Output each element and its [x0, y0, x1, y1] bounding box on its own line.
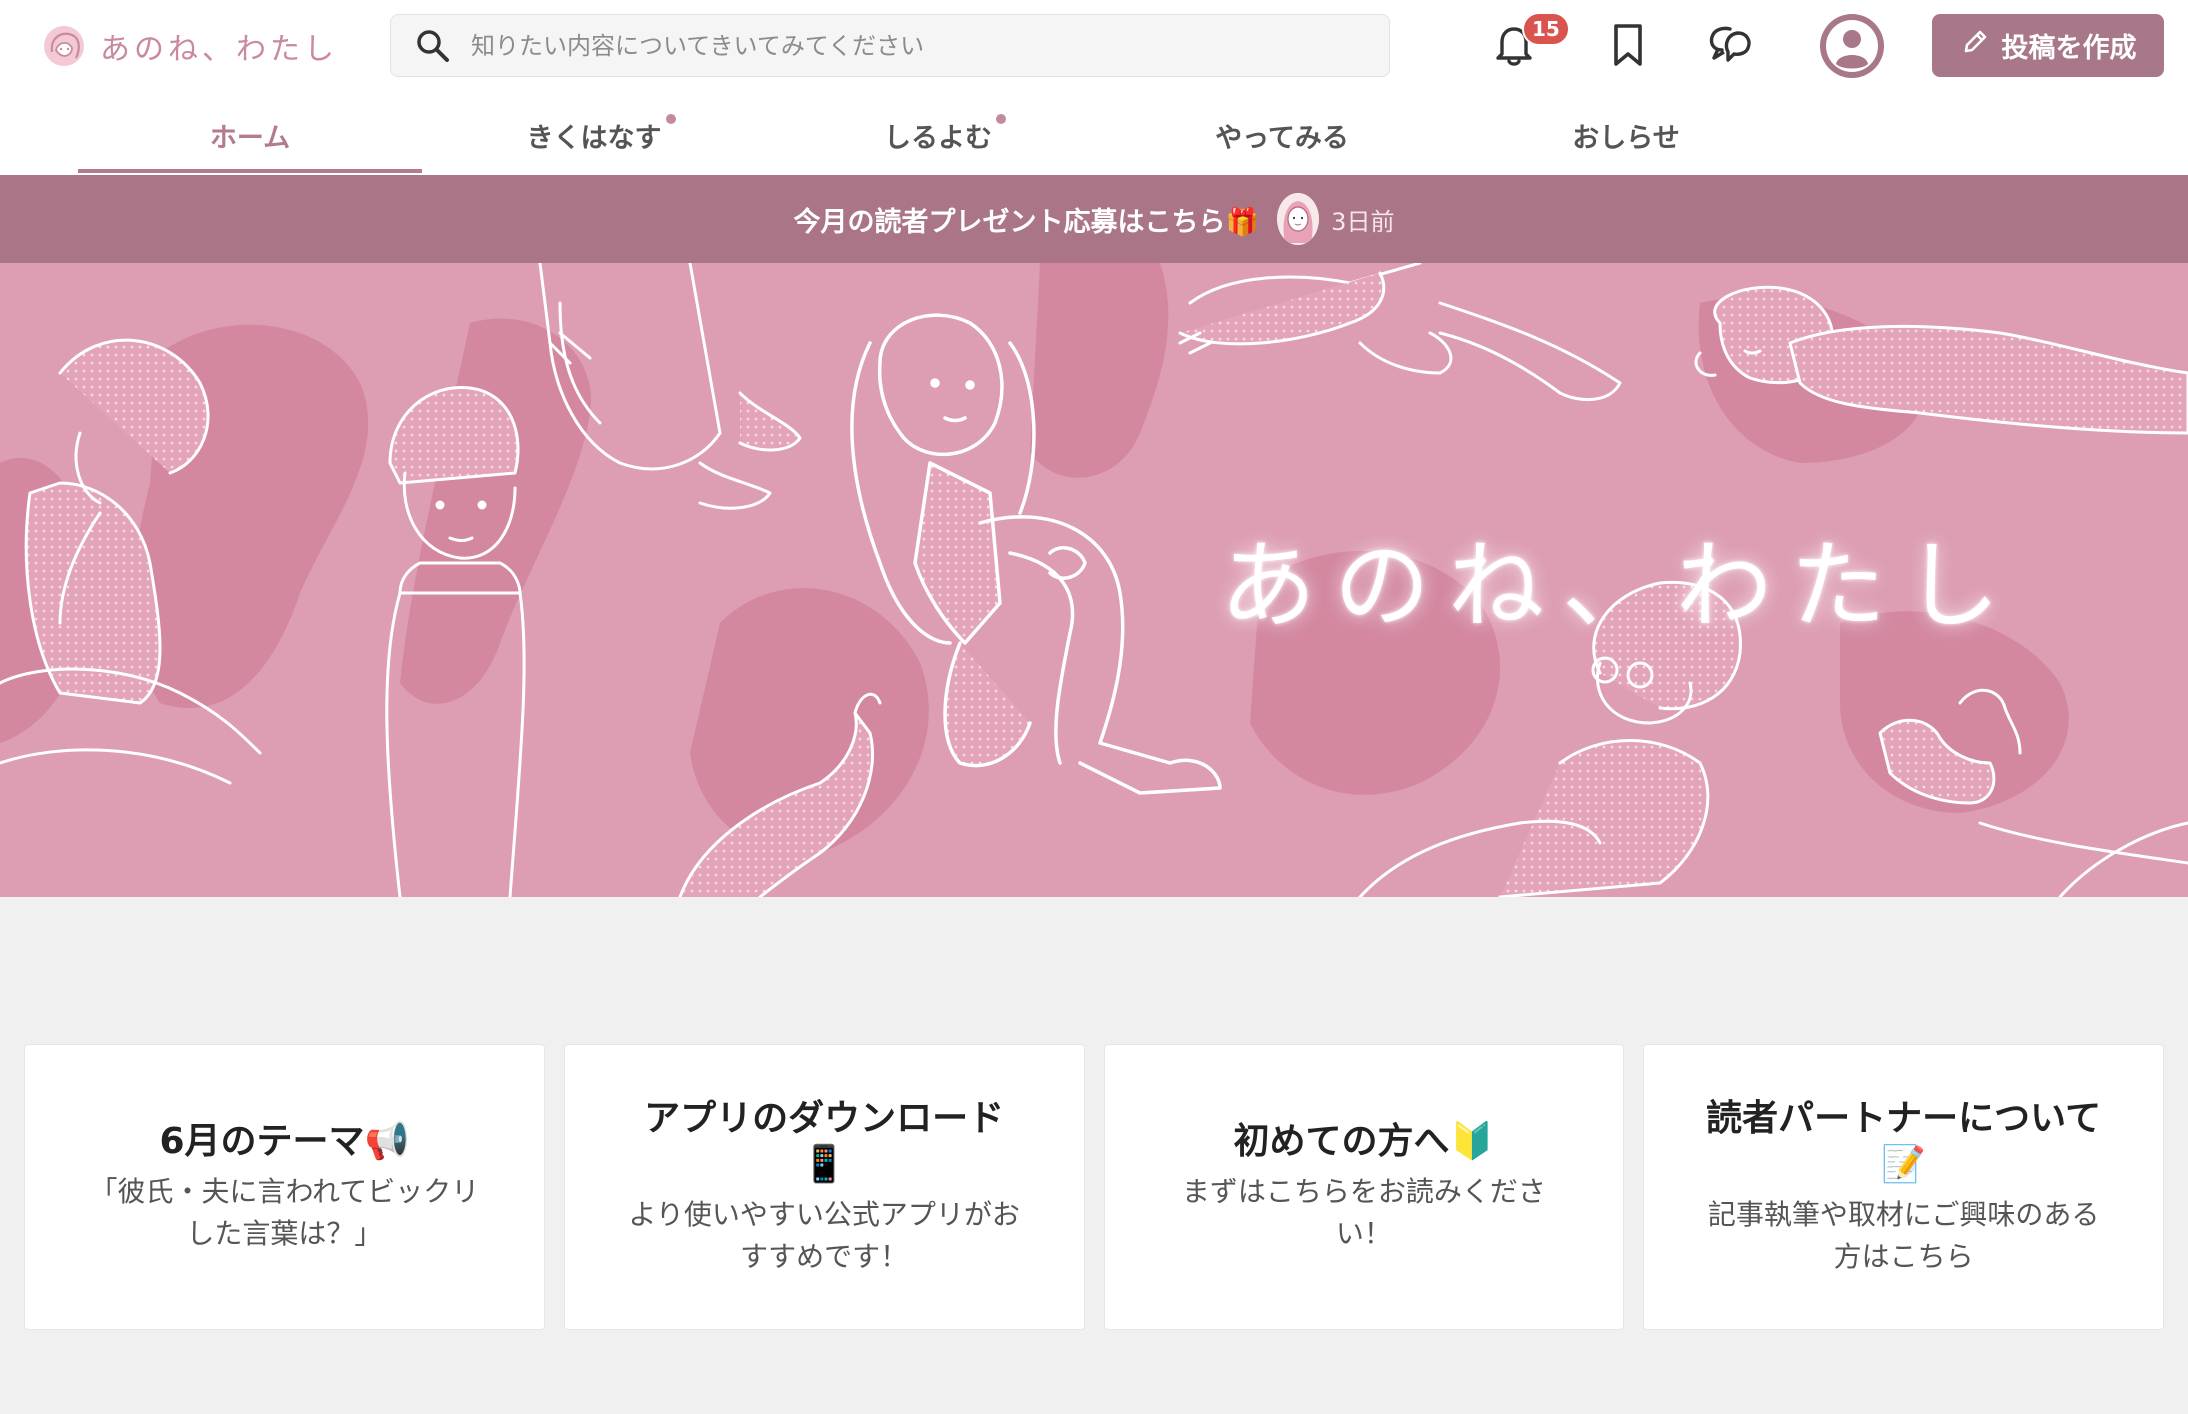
author-avatar [1277, 193, 1320, 245]
announcement-text: 今月の読者プレゼント応募はこちら🎁 [793, 206, 1260, 238]
create-post-label: 投稿を作成 [2001, 33, 2137, 64]
card-reader-partner[interactable]: 読者パートナーについて📝 記事執筆や取材にご興味のある方はこちら [1643, 1044, 2164, 1330]
card-description: 「彼氏・夫に言われてビックリした言葉は？」 [89, 1175, 480, 1250]
notification-count-badge: 15 [1522, 12, 1570, 46]
tab-label: おしらせ [1572, 123, 1680, 154]
tab-home[interactable]: ホーム [78, 96, 422, 175]
search-icon [413, 26, 453, 66]
bookmark-icon [1606, 20, 1650, 72]
card-title: 読者パートナーについて📝 [1706, 1098, 2102, 1185]
hero-title: あのね、わたし [1220, 530, 2018, 642]
card-description: まずはこちらをお読みください！ [1181, 1175, 1546, 1250]
hero-banner[interactable]: あのね、わたし [0, 263, 2188, 897]
tab-oshirase[interactable]: おしらせ [1454, 96, 1798, 175]
user-avatar-icon [1820, 20, 1884, 78]
bookmarks-button[interactable] [1600, 18, 1656, 74]
top-header: あのね、わたし 15 [0, 0, 2188, 96]
site-logo[interactable]: あのね、わたし [38, 22, 338, 70]
tab-shiruyomu[interactable]: しるよむ [766, 96, 1110, 175]
tab-label: やってみる [1215, 123, 1349, 154]
feature-cards: 6月のテーマ📢 「彼氏・夫に言われてビックリした言葉は？」 アプリのダウンロード… [24, 1044, 2164, 1330]
announcement-timestamp: 3日前 [1331, 207, 1395, 236]
card-monthly-theme[interactable]: 6月のテーマ📢 「彼氏・夫に言われてビックリした言葉は？」 [24, 1044, 545, 1330]
new-indicator-dot [996, 114, 1006, 124]
tab-label: きくはなす [527, 114, 676, 155]
search-input[interactable] [471, 31, 1389, 60]
card-title: アプリのダウンロード📱 [644, 1098, 1005, 1185]
new-indicator-dot [665, 114, 676, 124]
card-description: 記事執筆や取材にご興味のある方はこちら [1707, 1198, 2100, 1273]
announcement-banner[interactable]: 今月の読者プレゼント応募はこちら🎁 3日前 [0, 175, 2188, 263]
tab-yattemiru[interactable]: やってみる [1110, 96, 1454, 175]
card-title: 6月のテーマ📢 [159, 1121, 410, 1162]
create-post-button[interactable]: 投稿を作成 [1932, 14, 2164, 77]
card-app-download[interactable]: アプリのダウンロード📱 より使いやすい公式アプリがおすすめです！ [563, 1044, 1085, 1330]
messages-button[interactable] [1702, 18, 1758, 74]
main-nav-tabs: ホーム きくはなす しるよむ やってみる おしらせ [0, 96, 2188, 175]
card-title: 初めての方へ🔰 [1233, 1121, 1495, 1162]
card-first-time[interactable]: 初めての方へ🔰 まずはこちらをお読みください！ [1103, 1044, 1625, 1330]
logo-mark-icon [38, 22, 90, 70]
pencil-icon [1960, 27, 2002, 64]
site-name: あのね、わたし [100, 32, 338, 67]
user-avatar[interactable] [1820, 14, 1884, 78]
card-description: より使いやすい公式アプリがおすすめです！ [628, 1198, 1020, 1273]
notifications-button[interactable]: 15 [1486, 12, 1570, 74]
search-bar[interactable] [390, 14, 1390, 77]
chat-bubbles-icon [1704, 20, 1756, 72]
tab-kikuhanasu[interactable]: きくはなす [422, 96, 766, 175]
tab-label: しるよむ [884, 114, 1006, 155]
tab-label: ホーム [209, 123, 291, 154]
